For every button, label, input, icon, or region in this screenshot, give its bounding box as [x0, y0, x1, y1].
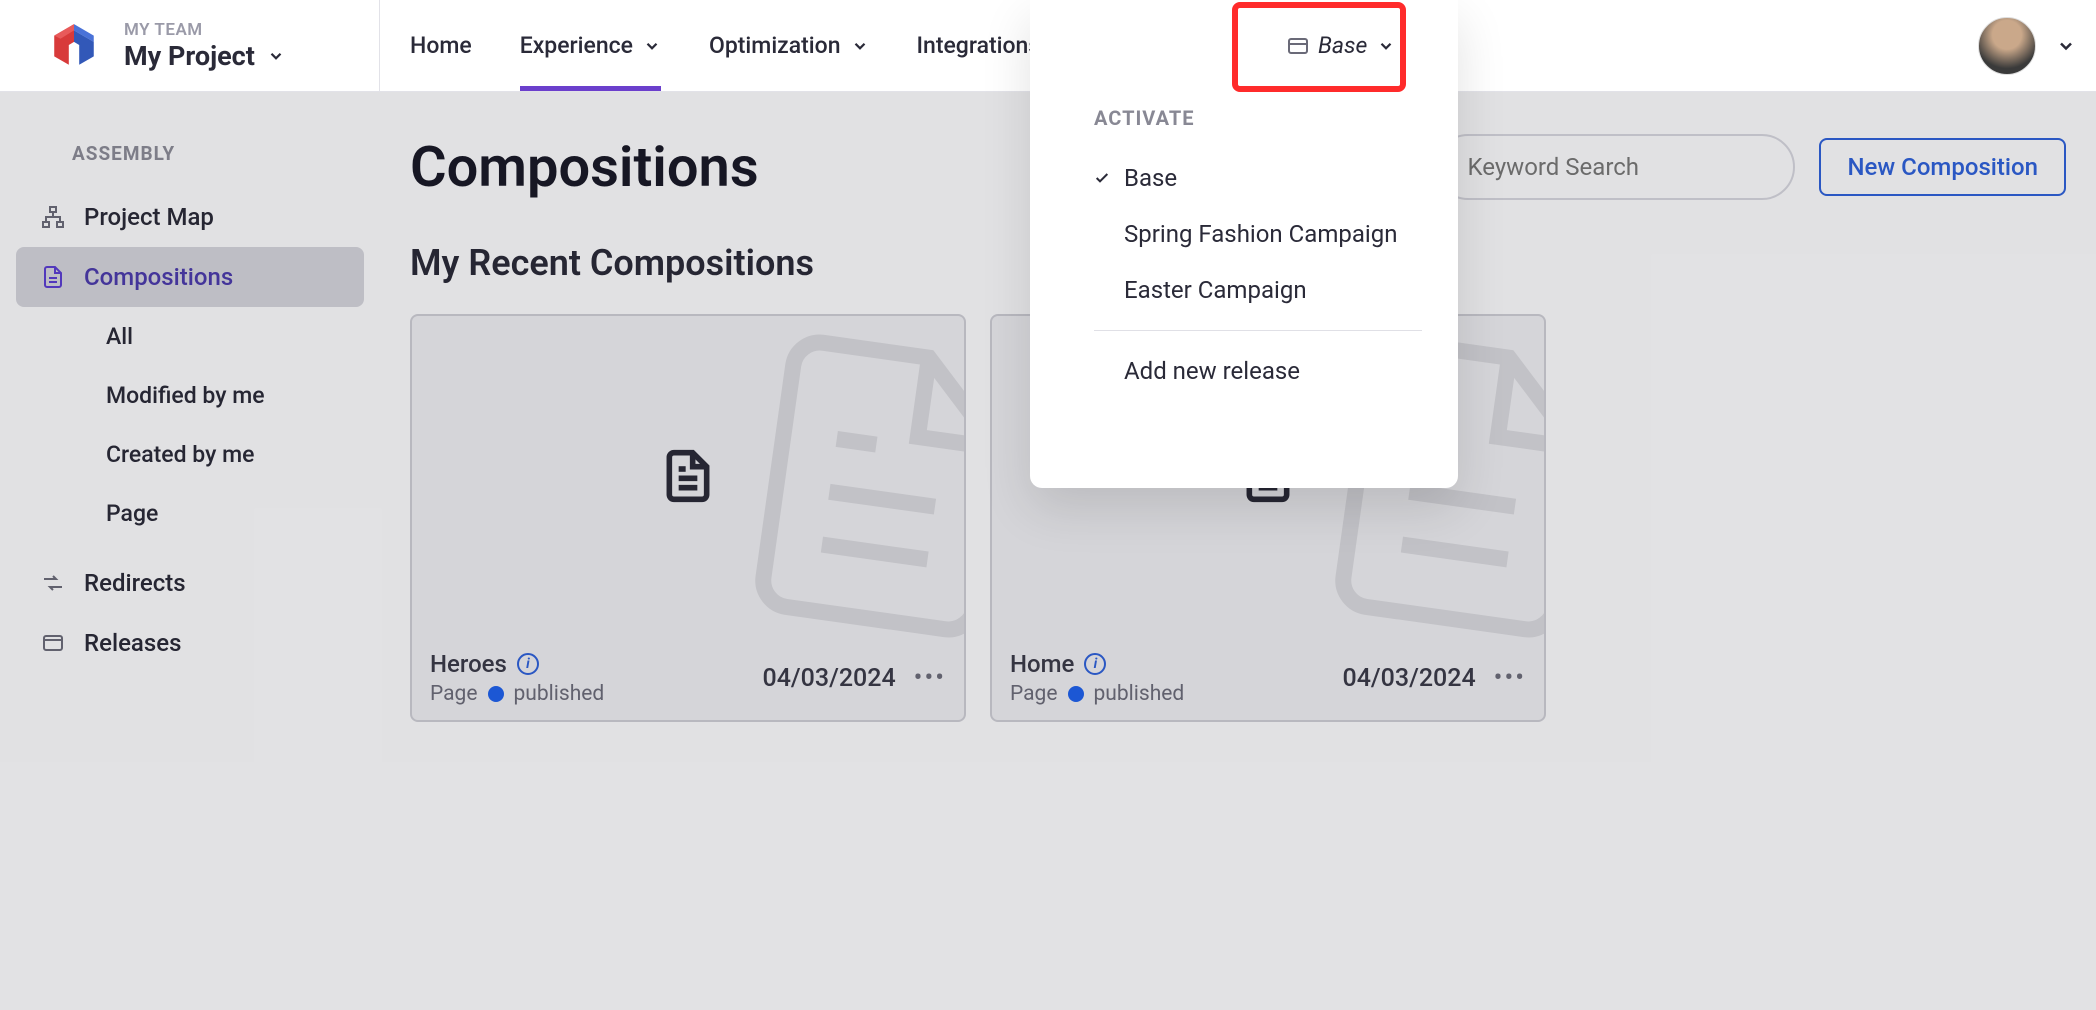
release-option-label: Spring Fashion Campaign	[1124, 220, 1397, 248]
chevron-down-icon	[643, 37, 661, 55]
nav-optimization[interactable]: Optimization	[709, 0, 869, 91]
chevron-down-icon	[1377, 37, 1395, 55]
nav-experience-label: Experience	[520, 32, 633, 59]
release-option-spring[interactable]: Spring Fashion Campaign	[1078, 206, 1438, 262]
release-selector-button[interactable]: Base	[1268, 20, 1415, 71]
dropdown-heading: ACTIVATE	[1078, 106, 1438, 130]
release-option-label: Easter Campaign	[1124, 276, 1307, 304]
chevron-down-icon	[851, 37, 869, 55]
project-texts: MY TEAM My Project	[124, 20, 285, 72]
nav-integrations-label: Integrations	[917, 32, 1041, 59]
nav-home[interactable]: Home	[410, 0, 472, 91]
app-logo-icon	[48, 20, 100, 72]
nav-home-label: Home	[410, 32, 472, 59]
nav-experience[interactable]: Experience	[520, 0, 661, 91]
release-option-base[interactable]: Base	[1078, 150, 1438, 206]
project-selector[interactable]: MY TEAM My Project	[0, 0, 380, 91]
user-avatar[interactable]	[1978, 17, 2036, 75]
user-menu-chevron-icon[interactable]	[2056, 36, 2076, 56]
nav-integrations[interactable]: Integrations	[917, 0, 1041, 91]
check-icon	[1094, 170, 1110, 186]
window-icon	[1288, 38, 1308, 54]
release-dropdown-panel: ACTIVATE Base Spring Fashion Campaign Ea…	[1030, 0, 1458, 488]
dropdown-divider	[1094, 330, 1422, 331]
nav-optimization-label: Optimization	[709, 32, 841, 59]
chevron-down-icon	[267, 47, 285, 65]
team-label: MY TEAM	[124, 20, 285, 40]
release-current-label: Base	[1318, 32, 1367, 59]
release-option-easter[interactable]: Easter Campaign	[1078, 262, 1438, 318]
project-name: My Project	[124, 40, 255, 72]
add-new-release-label: Add new release	[1124, 357, 1300, 385]
add-new-release[interactable]: Add new release	[1078, 343, 1438, 399]
release-option-label: Base	[1124, 164, 1177, 192]
header-right	[1978, 0, 2076, 92]
